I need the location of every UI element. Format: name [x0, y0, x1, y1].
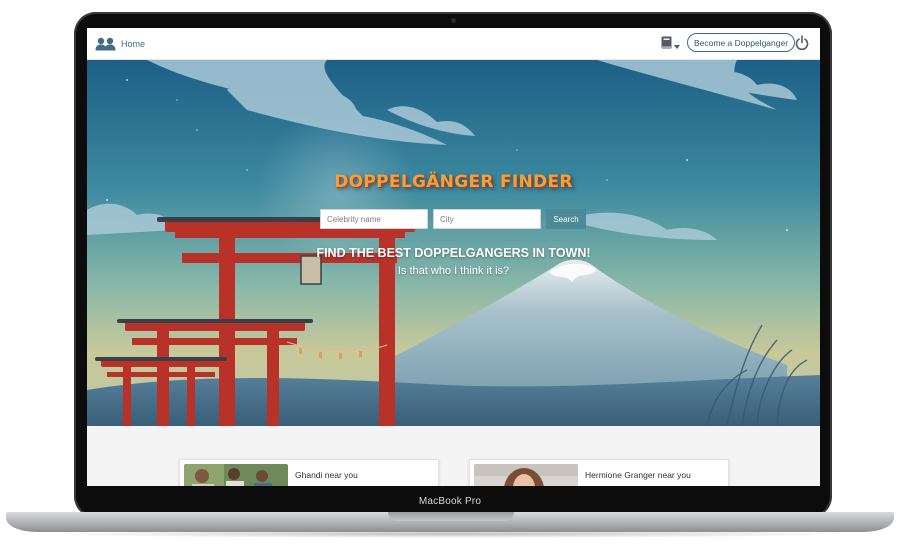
- home-label: Home: [121, 39, 146, 49]
- caret-down-icon: [674, 36, 680, 54]
- power-icon: [795, 35, 809, 55]
- card-title: Ghandi near you: [295, 470, 358, 480]
- card-photo: [184, 464, 288, 486]
- hero-section: DOPPELGÄNGER FINDER Search FIND THE BEST…: [87, 60, 820, 426]
- results-section: Ghandi near you Hermione Granger near yo…: [87, 426, 820, 486]
- card-title: Hermione Granger near you: [585, 470, 691, 480]
- book-icon: [661, 36, 672, 54]
- hero-tagline: FIND THE BEST DOPPELGANGERS IN TOWN!: [316, 246, 591, 260]
- result-card[interactable]: Ghandi near you: [179, 459, 439, 486]
- device-model-label: MacBook Pro: [418, 496, 482, 507]
- browser-screen: Home Become a Doppelganger DOPPELGÄNGER …: [87, 28, 820, 486]
- laptop-mockup: Home Become a Doppelganger DOPPELGÄNGER …: [0, 0, 900, 544]
- search-button[interactable]: Search: [546, 209, 586, 229]
- library-dropdown[interactable]: [661, 36, 680, 54]
- home-link[interactable]: Home: [95, 34, 145, 54]
- top-navbar: Home Become a Doppelganger: [87, 28, 820, 60]
- result-card[interactable]: Hermione Granger near you: [469, 459, 729, 486]
- users-icon: [95, 37, 117, 51]
- city-input[interactable]: [433, 209, 541, 229]
- webcam: [451, 18, 456, 23]
- card-photo: [474, 464, 578, 486]
- search-form: Search: [320, 209, 586, 229]
- become-doppelganger-button[interactable]: Become a Doppelganger: [687, 33, 796, 52]
- hero-title: DOPPELGÄNGER FINDER: [334, 172, 573, 192]
- celebrity-name-input[interactable]: [320, 209, 428, 229]
- laptop-notch: [388, 512, 514, 521]
- hero-illustration: [87, 60, 820, 426]
- hero-subtitle: Is that who I think it is?: [397, 265, 510, 277]
- logout-button[interactable]: [795, 35, 809, 56]
